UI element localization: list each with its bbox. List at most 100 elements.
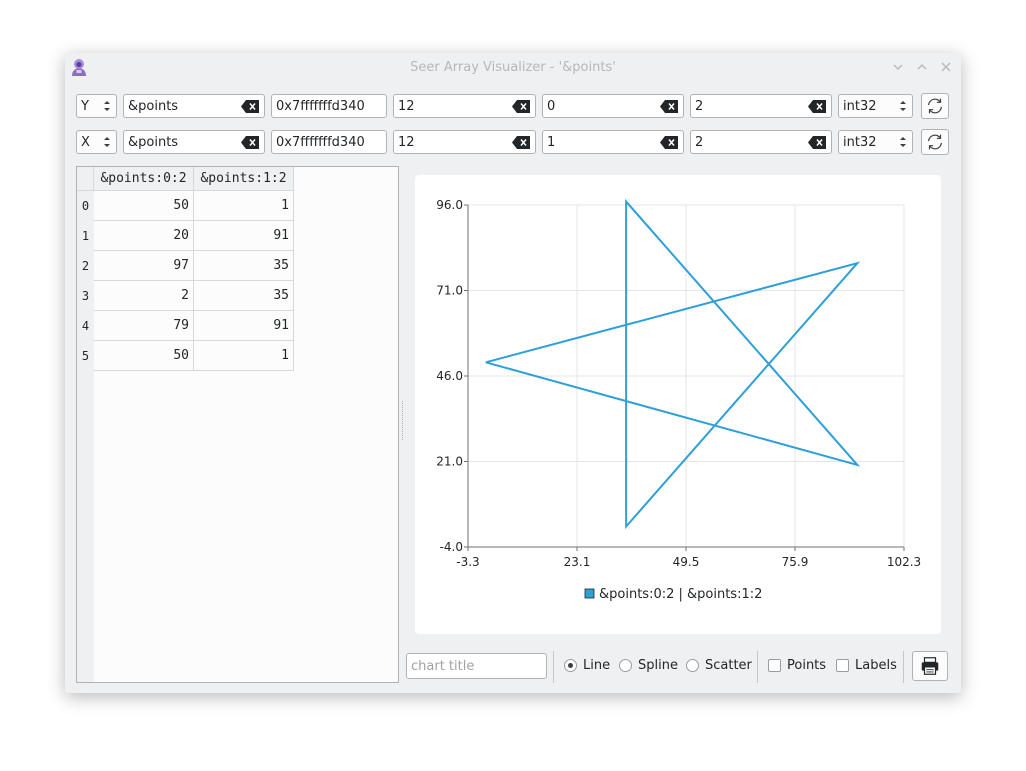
x-length-input[interactable]: 12 bbox=[393, 130, 536, 154]
maximize-icon[interactable] bbox=[915, 60, 929, 74]
checkbox[interactable] bbox=[768, 659, 781, 672]
points-checkbox-label: Points bbox=[787, 658, 827, 673]
table-cell[interactable]: 20 bbox=[94, 221, 194, 251]
row-number[interactable]: 5 bbox=[77, 341, 94, 371]
x-offset-input[interactable]: 1 bbox=[542, 130, 684, 154]
y-tick-label: 96.0 bbox=[436, 198, 463, 212]
print-button[interactable] bbox=[912, 651, 948, 681]
separator bbox=[553, 651, 554, 683]
table-cell[interactable]: 91 bbox=[194, 221, 294, 251]
y-type-select[interactable]: int32 bbox=[838, 94, 913, 118]
row-number[interactable]: 0 bbox=[77, 191, 94, 221]
refresh-icon bbox=[927, 98, 943, 114]
y-tick-label: -4.0 bbox=[440, 540, 463, 554]
table-cell[interactable]: 35 bbox=[194, 281, 294, 311]
row-number[interactable]: 2 bbox=[77, 251, 94, 281]
splitter-handle[interactable] bbox=[401, 401, 404, 441]
clear-icon[interactable] bbox=[241, 136, 259, 149]
spline-radio-label: Spline bbox=[638, 658, 678, 673]
y-stride-input[interactable]: 2 bbox=[690, 94, 832, 118]
row-number[interactable]: 3 bbox=[77, 281, 94, 311]
series-line bbox=[485, 198, 861, 530]
x-variable-value: &points bbox=[128, 134, 179, 150]
x-axis-select[interactable]: X bbox=[76, 130, 117, 154]
chart-controls-bar: Line Spline Scatter Points Labels bbox=[406, 649, 951, 683]
table-cell[interactable]: 1 bbox=[194, 341, 294, 371]
row-number[interactable]: 1 bbox=[77, 221, 94, 251]
chart-view[interactable]: -3.3 23.1 49.5 75.9 102.3 96.0 71.0 46.0 21.0 -4.… bbox=[415, 175, 941, 634]
x-tick-label: 49.5 bbox=[673, 555, 700, 569]
y-axis-row: Y &points 0x7fffffffd340 12 0 2 int32 bbox=[76, 93, 956, 120]
title-bar[interactable]: Seer Array Visualizer - '&points' bbox=[65, 53, 961, 83]
x-type-value: int32 bbox=[843, 134, 877, 150]
table-cell[interactable]: 97 bbox=[94, 251, 194, 281]
y-length-value: 12 bbox=[398, 98, 415, 114]
window-title: Seer Array Visualizer - '&points' bbox=[410, 60, 616, 75]
spinner-arrows-icon bbox=[900, 137, 906, 147]
y-variable-input[interactable]: &points bbox=[123, 94, 265, 118]
labels-checkbox[interactable]: Labels bbox=[836, 658, 897, 673]
x-address-field[interactable]: 0x7fffffffd340 bbox=[271, 130, 387, 154]
radio-unselected[interactable] bbox=[686, 659, 699, 672]
scatter-radio-label: Scatter bbox=[705, 658, 752, 673]
data-table[interactable]: &points:0:2 &points:1:2 0 1 2 3 4 5 50 1… bbox=[76, 166, 399, 683]
column-header[interactable]: &points:0:2 bbox=[94, 167, 194, 191]
points-checkbox[interactable]: Points bbox=[768, 658, 826, 673]
table-cell[interactable]: 91 bbox=[194, 311, 294, 341]
refresh-icon bbox=[927, 134, 943, 150]
x-stride-input[interactable]: 2 bbox=[690, 130, 832, 154]
table-cell[interactable]: 79 bbox=[94, 311, 194, 341]
row-number[interactable]: 4 bbox=[77, 311, 94, 341]
column-header[interactable]: &points:1:2 bbox=[194, 167, 294, 191]
y-address-field[interactable]: 0x7fffffffd340 bbox=[271, 94, 387, 118]
scatter-radio[interactable]: Scatter bbox=[686, 658, 752, 673]
y-axis-select[interactable]: Y bbox=[76, 94, 117, 118]
clear-icon[interactable] bbox=[660, 100, 678, 113]
y-offset-value: 0 bbox=[547, 98, 556, 114]
checkbox[interactable] bbox=[836, 659, 849, 672]
x-axis-row: X &points 0x7fffffffd340 12 1 2 int32 bbox=[76, 129, 956, 156]
printer-icon bbox=[921, 657, 939, 675]
x-tick-label: -3.3 bbox=[456, 555, 479, 569]
x-type-select[interactable]: int32 bbox=[838, 130, 913, 154]
x-refresh-button[interactable] bbox=[921, 129, 949, 155]
close-icon[interactable] bbox=[939, 60, 953, 74]
chart-svg: -3.3 23.1 49.5 75.9 102.3 96.0 71.0 46.0 21.0 -4.… bbox=[436, 198, 921, 602]
spinner-arrows-icon bbox=[900, 101, 906, 111]
radio-selected[interactable] bbox=[564, 659, 577, 672]
y-variable-value: &points bbox=[128, 98, 179, 114]
line-radio-label: Line bbox=[583, 658, 611, 673]
table-cell[interactable]: 35 bbox=[194, 251, 294, 281]
separator bbox=[903, 651, 904, 683]
minimize-icon[interactable] bbox=[891, 60, 905, 74]
y-type-value: int32 bbox=[843, 98, 877, 114]
clear-icon[interactable] bbox=[512, 136, 530, 149]
clear-icon[interactable] bbox=[512, 100, 530, 113]
legend-swatch bbox=[584, 588, 595, 599]
y-stride-value: 2 bbox=[695, 98, 704, 114]
x-stride-value: 2 bbox=[695, 134, 704, 150]
spinner-arrows-icon bbox=[104, 137, 110, 147]
line-radio[interactable]: Line bbox=[564, 658, 610, 673]
visualizer-window: Seer Array Visualizer - '&points' Y &poi… bbox=[65, 53, 961, 693]
y-address-value: 0x7fffffffd340 bbox=[276, 98, 365, 114]
y-offset-input[interactable]: 0 bbox=[542, 94, 684, 118]
y-tick-label: 71.0 bbox=[436, 284, 463, 298]
y-refresh-button[interactable] bbox=[921, 93, 949, 119]
x-variable-input[interactable]: &points bbox=[123, 130, 265, 154]
table-corner[interactable] bbox=[77, 167, 94, 191]
clear-icon[interactable] bbox=[808, 136, 826, 149]
y-length-input[interactable]: 12 bbox=[393, 94, 536, 118]
clear-icon[interactable] bbox=[660, 136, 678, 149]
x-tick-label: 102.3 bbox=[887, 555, 921, 569]
labels-checkbox-label: Labels bbox=[855, 658, 897, 673]
table-cell[interactable]: 1 bbox=[194, 191, 294, 221]
radio-unselected[interactable] bbox=[619, 659, 632, 672]
clear-icon[interactable] bbox=[808, 100, 826, 113]
spline-radio[interactable]: Spline bbox=[619, 658, 678, 673]
table-cell[interactable]: 50 bbox=[94, 191, 194, 221]
table-cell[interactable]: 50 bbox=[94, 341, 194, 371]
table-cell[interactable]: 2 bbox=[94, 281, 194, 311]
chart-title-input[interactable] bbox=[406, 653, 547, 679]
clear-icon[interactable] bbox=[241, 100, 259, 113]
